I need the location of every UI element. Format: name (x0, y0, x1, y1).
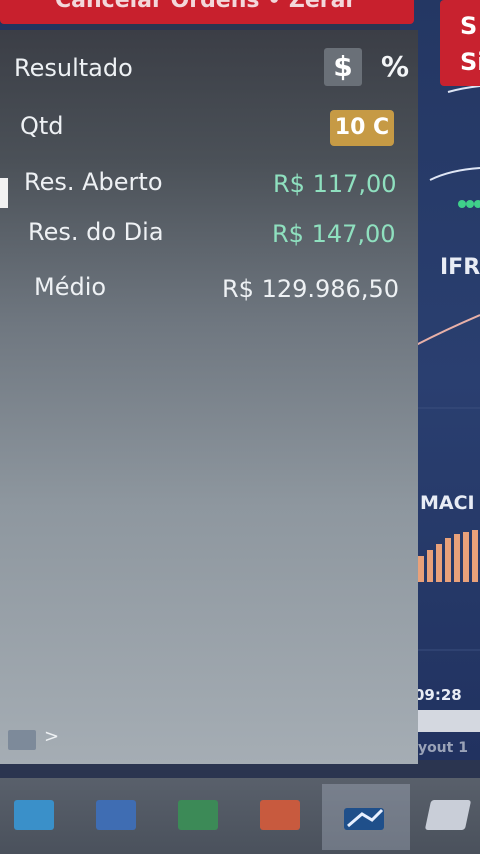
outlook-icon[interactable] (14, 800, 54, 830)
row-marker (0, 178, 8, 208)
res-dia-value: R$ 147,00 (272, 220, 396, 248)
qtd-badge: 10 C (330, 110, 394, 146)
res-aberto-value: R$ 117,00 (273, 170, 397, 198)
ifr-indicator-label: IFR (440, 255, 480, 280)
excel-icon[interactable] (178, 800, 218, 830)
eraser-icon[interactable] (424, 800, 472, 830)
panel-scroll-control[interactable] (8, 730, 36, 750)
qtd-label: Qtd (20, 112, 64, 140)
macd-indicator-label: MACI (420, 492, 475, 514)
resultado-label: Resultado (14, 54, 133, 82)
medio-value: R$ 129.986,50 (222, 275, 399, 303)
macd-bar (427, 550, 433, 582)
macd-bar (463, 532, 469, 582)
chart-action-button-line1: S (460, 12, 478, 40)
macd-bar (472, 530, 478, 582)
percent-toggle-button[interactable]: % (376, 48, 414, 86)
cancel-orders-button[interactable]: Cancelar Ordens • Zerar (0, 0, 414, 24)
chart-action-button-line2: Si (460, 48, 480, 76)
profit-icon (344, 808, 384, 830)
macd-bar (445, 538, 451, 582)
macd-bar (418, 556, 424, 582)
medio-label: Médio (34, 273, 107, 301)
currency-toggle-button[interactable]: $ (324, 48, 362, 86)
res-aberto-label: Res. Aberto (24, 168, 163, 196)
taskbar-active-item[interactable] (322, 784, 410, 850)
powerpoint-icon[interactable] (260, 800, 300, 830)
res-dia-label: Res. do Dia (28, 218, 164, 246)
chart-time-label: 09:28 (414, 686, 462, 704)
macd-bar (454, 534, 460, 582)
scroll-right-icon[interactable]: > (44, 726, 59, 747)
cancel-orders-label: Cancelar Ordens • Zerar (55, 0, 357, 13)
macd-bar (436, 544, 442, 582)
chart-action-button[interactable]: S Si (440, 0, 480, 86)
word-icon[interactable] (96, 800, 136, 830)
